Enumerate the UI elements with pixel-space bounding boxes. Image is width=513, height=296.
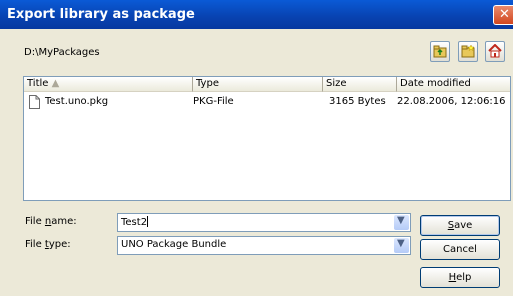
- column-header-size[interactable]: Size: [323, 77, 397, 92]
- new-folder-button[interactable]: [458, 41, 478, 62]
- up-folder-button[interactable]: [430, 41, 450, 62]
- save-button[interactable]: Save: [420, 215, 500, 236]
- up-folder-icon: [433, 45, 447, 58]
- current-path: D:\MyPackages: [24, 47, 100, 58]
- help-button[interactable]: Help: [420, 267, 500, 288]
- row-date: 22.08.2006, 12:06:16: [397, 96, 506, 107]
- chevron-down-icon: ▼: [397, 215, 405, 226]
- file-name-label: File name:: [25, 216, 77, 227]
- column-header-type[interactable]: Type: [193, 77, 323, 92]
- file-name-input[interactable]: Test2 ▼: [117, 213, 411, 232]
- file-type-dropdown-button[interactable]: ▼: [394, 238, 409, 253]
- row-size: 3165 Bytes: [329, 96, 386, 107]
- chevron-down-icon: ▼: [397, 238, 405, 249]
- file-list[interactable]: Title ▲ Type Size Date modified Test.uno…: [23, 76, 511, 201]
- title-bar: Export library as package ✕: [0, 0, 513, 29]
- close-icon: ✕: [499, 7, 510, 22]
- new-folder-icon: [461, 44, 475, 58]
- file-icon: [29, 95, 40, 109]
- file-type-label: File type:: [25, 239, 71, 250]
- file-name-value: Test2: [121, 216, 149, 228]
- file-type-select[interactable]: UNO Package Bundle ▼: [117, 236, 411, 255]
- home-icon: [488, 44, 502, 58]
- file-type-value: UNO Package Bundle: [121, 239, 227, 250]
- column-header-date[interactable]: Date modified: [397, 77, 510, 92]
- column-header-title[interactable]: Title ▲: [24, 77, 193, 92]
- file-name-dropdown-button[interactable]: ▼: [394, 215, 409, 230]
- text-cursor: [147, 216, 149, 227]
- row-type: PKG-File: [193, 96, 234, 107]
- close-button[interactable]: ✕: [493, 5, 513, 25]
- window-title: Export library as package: [7, 7, 195, 22]
- home-button[interactable]: [485, 41, 505, 62]
- sort-arrow-icon: ▲: [51, 78, 60, 89]
- cancel-button[interactable]: Cancel: [420, 239, 500, 260]
- row-title: Test.uno.pkg: [45, 96, 109, 107]
